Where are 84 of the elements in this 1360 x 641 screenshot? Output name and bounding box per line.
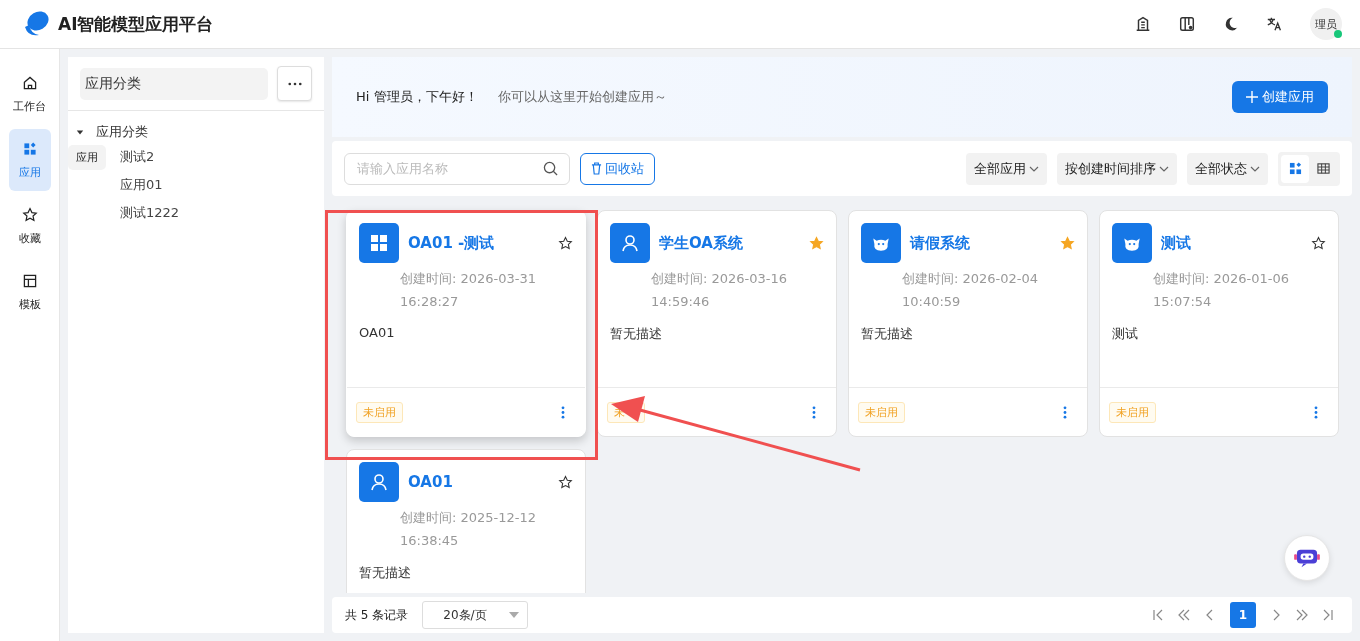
search-field[interactable]: 请输入应用名称 (344, 152, 570, 185)
favorite-star-icon[interactable] (1060, 235, 1075, 251)
created-time: 创建时间: 2025-12-12 16:38:45 (399, 509, 538, 550)
page-size-value: 20条/页 (443, 606, 487, 624)
app-card[interactable]: 请假系统 创建时间: 2026-02-04 10:40:59 暂无描述 未启用 (848, 210, 1088, 437)
tree-item[interactable]: 应用01 (76, 171, 324, 199)
filter-dropdown[interactable]: 全部应用 (966, 152, 1047, 185)
recycle-bin-button[interactable]: 回收站 (580, 152, 655, 185)
apps-icon[interactable] (21, 140, 38, 157)
app-card[interactable]: 测试 创建时间: 2026-01-06 15:07:54 测试 未启用 (1099, 210, 1339, 437)
category-title: 应用分类 (80, 67, 268, 100)
filter-dropdown[interactable]: 按创建时间排序 (1057, 152, 1177, 185)
mascot-app-icon (1112, 223, 1152, 263)
chatbot-button[interactable] (1284, 535, 1330, 581)
user-avatar[interactable]: 理员 (1310, 8, 1342, 40)
filter-dropdown[interactable]: 全部状态 (1187, 152, 1268, 185)
fast-backward-icon[interactable] (1178, 609, 1190, 621)
app-card[interactable]: OA01 -测试 创建时间: 2026-03-31 16:28:27 OA01 未启用 (346, 210, 586, 437)
app-title: AI智能模型应用平台 (58, 12, 214, 36)
create-app-button[interactable]: 创建应用 (1232, 81, 1328, 113)
home-icon[interactable] (21, 74, 38, 91)
nav-item[interactable]: 模板 (8, 261, 51, 323)
page-button[interactable]: 1 (1230, 602, 1256, 628)
building-icon[interactable] (1134, 15, 1152, 33)
layout-icon[interactable] (1178, 15, 1196, 33)
favorite-star-icon[interactable] (809, 235, 824, 251)
greeting-text: Hi 管理员，下午好！ (356, 88, 478, 106)
robot-icon[interactable] (1294, 547, 1320, 569)
translate-icon[interactable] (1266, 15, 1284, 33)
app-name[interactable]: OA01 -测试 (408, 233, 549, 253)
grid-icon[interactable] (1288, 162, 1302, 175)
nav-item[interactable]: 应用 (8, 129, 51, 191)
favorite-star-icon[interactable] (558, 474, 573, 490)
chevron-down-icon[interactable] (1250, 165, 1260, 172)
mascot-app-icon (861, 223, 901, 263)
star-icon[interactable] (21, 206, 38, 223)
app-name[interactable]: 测试 (1161, 233, 1302, 253)
trash-icon[interactable] (591, 162, 602, 175)
app-name[interactable]: OA01 (408, 473, 549, 491)
created-time: 创建时间: 2026-03-16 14:59:46 (650, 270, 789, 311)
logo-icon (22, 10, 50, 38)
favorite-star-icon[interactable] (558, 235, 573, 251)
favorite-star-icon[interactable] (1311, 235, 1326, 251)
fast-forward-icon[interactable] (1296, 609, 1308, 621)
chevron-down-icon[interactable] (1029, 165, 1039, 172)
created-time: 创建时间: 2026-01-06 15:07:54 (1152, 270, 1291, 311)
more-icon[interactable] (561, 405, 565, 419)
more-icon[interactable] (1314, 405, 1318, 419)
app-card[interactable]: OA01 创建时间: 2025-12-12 16:38:45 暂无描述 (346, 449, 586, 593)
nav-item[interactable]: 收藏 (8, 195, 51, 257)
created-time: 创建时间: 2026-03-31 16:28:27 (399, 270, 538, 311)
status-tag: 未启用 (858, 401, 905, 423)
created-time: 创建时间: 2026-02-04 10:40:59 (901, 270, 1040, 311)
first-page-icon[interactable] (1152, 609, 1164, 621)
plus-icon[interactable] (1246, 91, 1258, 103)
tree-item[interactable]: 测试1222 (76, 199, 324, 227)
app-description: 暂无描述 (860, 325, 914, 343)
tree-item[interactable]: 应用分类 (96, 123, 148, 141)
app-description: OA01 (358, 324, 396, 342)
layout-icon[interactable] (21, 272, 38, 289)
table-icon[interactable] (1316, 162, 1330, 175)
app-description: 暂无描述 (358, 564, 412, 582)
app-description: 暂无描述 (609, 325, 663, 343)
app-description: 测试 (1111, 325, 1139, 343)
person-app-icon (359, 462, 399, 502)
more-icon[interactable] (812, 405, 816, 419)
status-tag: 未启用 (1109, 401, 1156, 423)
total-records: 共 5 条记录 (345, 606, 409, 624)
caret-icon[interactable] (76, 128, 84, 136)
page-size-select[interactable]: 20条/页 (422, 601, 529, 629)
person-app-icon (610, 223, 650, 263)
grid-app-icon (359, 223, 399, 263)
app-name[interactable]: 请假系统 (910, 233, 1051, 253)
app-name[interactable]: 学生OA系统 (659, 233, 800, 253)
status-tag: 未启用 (356, 401, 403, 423)
search-icon[interactable] (543, 160, 558, 176)
grid-view-button[interactable] (1281, 154, 1309, 183)
tooltip: 应用 (68, 145, 106, 170)
more-icon[interactable] (1063, 405, 1067, 419)
last-page-icon[interactable] (1322, 609, 1334, 621)
nav-item[interactable]: 工作台 (8, 63, 51, 125)
chevron-down-icon[interactable] (1159, 165, 1169, 172)
banner-subtitle: 你可以从这里开始创建应用～ (497, 88, 667, 106)
ellipsis-icon[interactable] (287, 81, 302, 86)
